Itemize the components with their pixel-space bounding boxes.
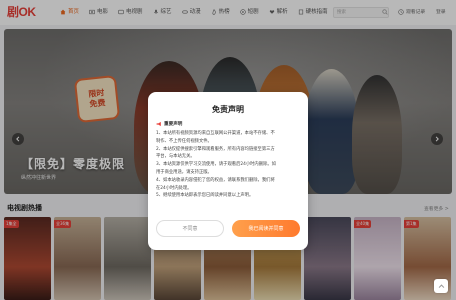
chevron-up-icon [438, 283, 444, 288]
disclaimer-line: 制作、不上传任何视频文件。 [156, 138, 212, 144]
disclaimer-text: 1、本站所有视频资源均来自互联网公开渠道，本站不存储、不 制作、不上传任何视频文… [156, 130, 302, 200]
disclaimer-line: 4、如本站收录内容侵犯了您的权益，请联系我们删除，我们将 [156, 177, 275, 183]
notice-heading: 重要声明 [156, 121, 182, 127]
decline-button[interactable]: 不同意 [156, 220, 224, 237]
disclaimer-line: 平台，与本站无关。 [156, 154, 195, 160]
disclaimer-line: 5、继续使用本站即表示您已阅读并同意以上声明。 [156, 193, 254, 199]
accept-button[interactable]: 我已阅读并同意 [232, 220, 300, 237]
notice-label: 重要声明 [164, 122, 183, 127]
disclaimer-dialog: 免责声明 重要声明 1、本站所有视频资源均来自互联网公开渠道，本站不存储、不 制… [148, 92, 308, 250]
scroll-top-button[interactable] [434, 279, 448, 293]
megaphone-icon [156, 121, 161, 127]
disclaimer-line: 1、本站所有视频资源均来自互联网公开渠道，本站不存储、不 [156, 131, 275, 136]
disclaimer-line: 用于商业用途，请支持正版。 [156, 169, 212, 175]
disclaimer-line: 在24小时内处理。 [156, 185, 192, 191]
disclaimer-line: 2、本站仅提供搜索引擎和观看服务，所有内容均链接至第三方 [156, 146, 275, 152]
disclaimer-line: 3、本站资源仅供学习交流使用，请于观看后24小时内删除。如 [156, 162, 276, 168]
dialog-title: 免责声明 [212, 105, 244, 114]
